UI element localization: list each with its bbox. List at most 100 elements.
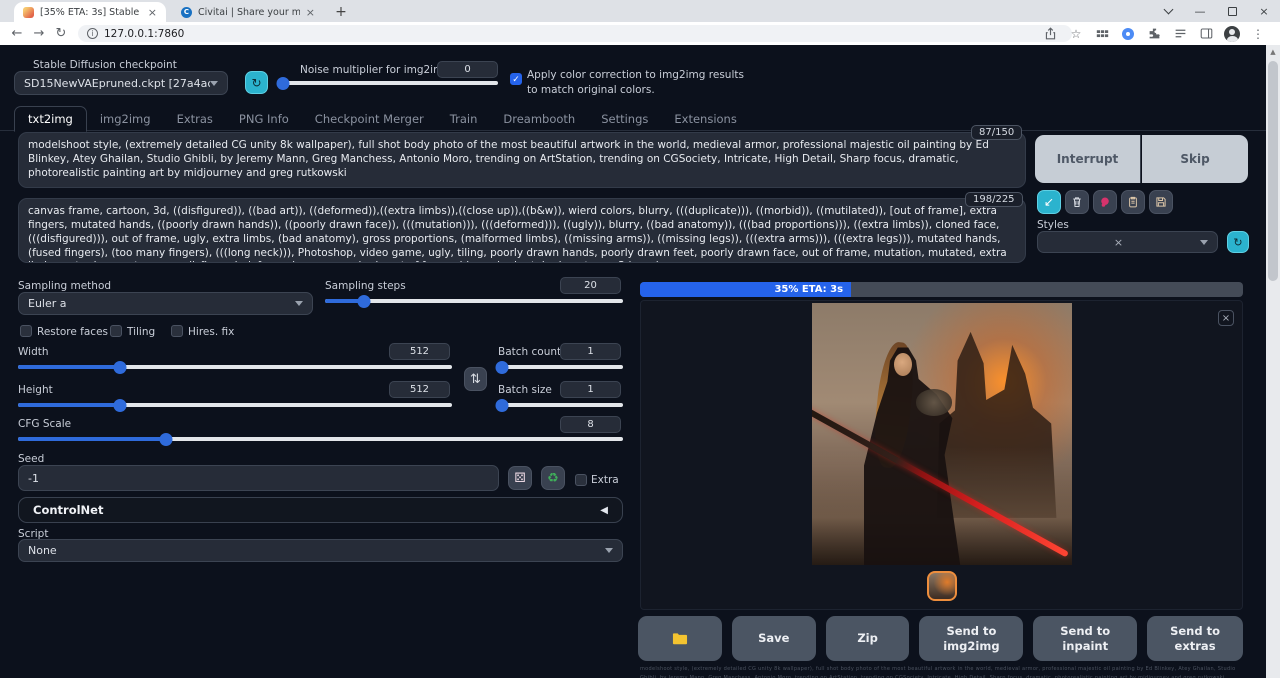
styles-refresh-button[interactable]: ↻ [1227,231,1249,253]
styles-clear-icon[interactable]: × [1114,236,1123,249]
send-to-extras-button[interactable]: Send to extras [1147,616,1243,661]
reading-list-icon[interactable] [1172,26,1188,42]
extensions-puzzle-icon[interactable] [1146,26,1162,42]
prompt-textarea[interactable]: modelshoot style, (extremely detailed CG… [18,132,1026,188]
open-folder-button[interactable] [638,616,722,661]
send-to-img2img-button[interactable]: Send to img2img [919,616,1023,661]
page-scrollbar[interactable]: ▲ [1266,45,1280,678]
save-style-icon[interactable] [1149,190,1173,214]
noise-multiplier-slider[interactable] [281,81,498,85]
paste-params-icon[interactable]: ↙ [1037,190,1061,214]
batch-count-value[interactable]: 1 [560,343,621,360]
zip-button[interactable]: Zip [826,616,910,661]
browser-tab-stable-diffusion[interactable]: [35% ETA: 3s] Stable Diffusion × [14,2,166,22]
styles-dropdown[interactable]: × [1037,231,1218,253]
chevron-down-icon [210,81,218,86]
random-seed-dice-icon[interactable]: ⚄ [508,466,532,490]
sampling-steps-slider[interactable] [325,299,623,303]
close-preview-icon[interactable]: × [1218,310,1234,326]
negative-prompt-textarea[interactable]: canvas frame, cartoon, 3d, ((disfigured)… [18,198,1026,263]
checkpoint-refresh-button[interactable]: ↻ [245,71,268,94]
gallery-thumbnail-selected[interactable] [927,571,957,601]
side-panel-icon[interactable] [1198,26,1214,42]
window-maximize-button[interactable] [1216,0,1248,22]
height-value[interactable]: 512 [389,381,450,398]
checkpoint-value: SD15NewVAEpruned.ckpt [27a4ac756c] [24,77,210,90]
browser-menu-kebab-icon[interactable]: ⋮ [1250,26,1266,42]
send-to-inpaint-button[interactable]: Send to inpaint [1033,616,1137,661]
batch-size-slider[interactable] [498,403,623,407]
application-window: [35% ETA: 3s] Stable Diffusion × C Civit… [0,0,1280,678]
extra-networks-palette-icon[interactable] [1093,190,1117,214]
extension-grid-icon[interactable] [1094,26,1110,42]
sd-webui-page: Stable Diffusion checkpoint SD15NewVAEpr… [0,45,1266,678]
tab-dreambooth[interactable]: Dreambooth [490,107,588,131]
generated-image[interactable] [812,303,1072,565]
width-slider[interactable] [18,365,452,369]
restore-faces-checkbox[interactable] [20,325,32,337]
trash-icon[interactable] [1065,190,1089,214]
skip-button[interactable]: Skip [1142,135,1248,183]
width-value[interactable]: 512 [389,343,450,360]
tab-checkpoint-merger[interactable]: Checkpoint Merger [302,107,437,131]
sampling-method-dropdown[interactable]: Euler a [18,292,313,315]
hires-fix-checkbox[interactable] [171,325,183,337]
scrollbar-up-arrow[interactable]: ▲ [1266,45,1280,56]
browser-tab-civitai[interactable]: C Civitai | Share your models × [172,2,324,22]
seed-label: Seed [18,453,44,465]
back-icon[interactable]: ← [6,26,28,41]
seed-extra-checkbox[interactable] [575,474,587,486]
color-correction-checkbox[interactable]: ✓ [510,73,522,85]
controlnet-accordion[interactable]: ControlNet ◀ [18,497,623,523]
tab-train[interactable]: Train [437,107,491,131]
swap-dimensions-icon[interactable]: ⇅ [464,367,487,391]
hires-fix-label: Hires. fix [188,326,234,338]
extension-blue-icon[interactable] [1120,26,1136,42]
forward-icon[interactable]: → [28,26,50,41]
profile-avatar[interactable] [1224,26,1240,42]
prompt-token-counter: 87/150 [971,125,1022,140]
cfg-scale-slider[interactable] [18,437,623,441]
tab-img2img[interactable]: img2img [87,107,164,131]
site-info-icon[interactable]: i [87,28,98,39]
share-icon[interactable] [1042,26,1058,42]
tab-search-chevron-icon[interactable] [1152,0,1184,22]
batch-size-value[interactable]: 1 [560,381,621,398]
restore-faces-label: Restore faces [37,326,108,338]
tab-extensions[interactable]: Extensions [661,107,749,131]
tab-close-icon[interactable]: × [148,7,157,18]
script-dropdown[interactable]: None [18,539,623,562]
tab-txt2img[interactable]: txt2img [14,106,87,132]
chevron-down-icon [605,548,613,553]
seed-input[interactable]: -1 [18,465,499,491]
reload-icon[interactable]: ↻ [50,26,72,41]
cfg-scale-value[interactable]: 8 [560,416,621,433]
batch-size-label: Batch size [498,384,552,396]
tab-png-info[interactable]: PNG Info [226,107,302,131]
tab-close-icon[interactable]: × [306,7,315,18]
height-slider[interactable] [18,403,452,407]
checkpoint-dropdown[interactable]: SD15NewVAEpruned.ckpt [27a4ac756c] [14,71,228,95]
sampling-steps-value[interactable]: 20 [560,277,621,294]
tab-settings[interactable]: Settings [588,107,661,131]
address-bar[interactable]: i 127.0.0.1:7860 [78,25,1072,42]
height-label: Height [18,384,53,396]
window-minimize-button[interactable]: — [1184,0,1216,22]
tab-extras[interactable]: Extras [164,107,226,131]
noise-multiplier-value[interactable]: 0 [437,61,498,78]
chevron-down-icon [295,301,303,306]
interrupt-button[interactable]: Interrupt [1035,135,1141,183]
batch-count-slider[interactable] [498,365,623,369]
bookmark-star-icon[interactable]: ☆ [1068,26,1084,42]
sampling-steps-label: Sampling steps [325,280,406,292]
new-tab-button[interactable]: + [332,3,350,21]
save-button[interactable]: Save [732,616,816,661]
negative-prompt-token-counter: 198/225 [965,192,1023,207]
apply-style-clipboard-icon[interactable] [1121,190,1145,214]
cfg-scale-label: CFG Scale [18,418,71,430]
browser-tab-strip: [35% ETA: 3s] Stable Diffusion × C Civit… [0,0,1280,22]
scrollbar-thumb[interactable] [1268,61,1278,281]
window-close-button[interactable]: × [1248,0,1280,22]
tiling-checkbox[interactable] [110,325,122,337]
reuse-seed-recycle-icon[interactable]: ♻ [541,466,565,490]
